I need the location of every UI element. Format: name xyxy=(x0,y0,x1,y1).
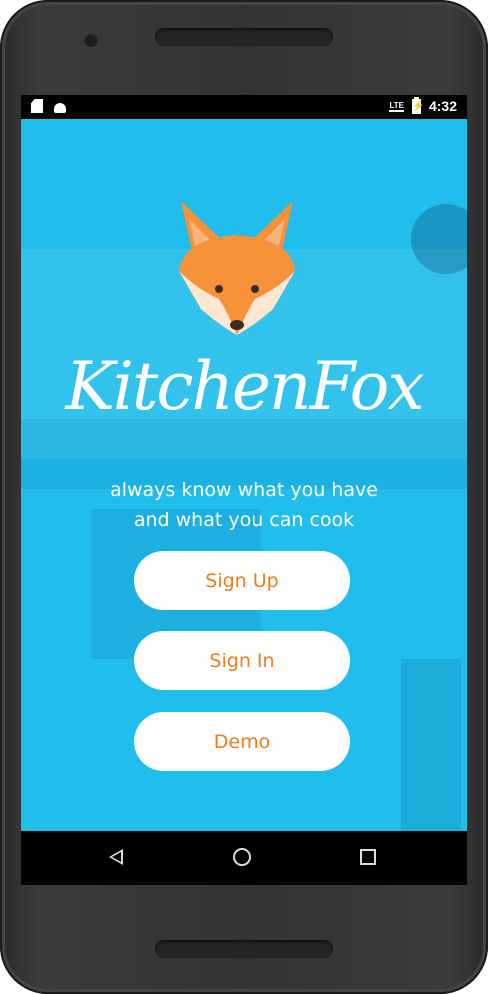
sign-in-button[interactable]: Sign In xyxy=(134,631,350,690)
status-time: 4:32 xyxy=(428,98,457,114)
tagline-line-2: and what you can cook xyxy=(133,509,355,531)
tagline-line-1: always know what you have xyxy=(110,479,378,501)
navigation-bar xyxy=(21,831,467,885)
android-icon xyxy=(53,99,67,113)
demo-button[interactable]: Demo xyxy=(134,712,350,771)
home-icon[interactable] xyxy=(233,848,251,866)
front-camera xyxy=(84,33,98,47)
status-bar: LTE ⚡ 4:32 xyxy=(21,95,467,119)
lte-signal-icon: LTE xyxy=(389,100,404,112)
sign-up-button[interactable]: Sign Up xyxy=(134,551,350,610)
screen: LTE ⚡ 4:32 KitchenFox always know what y… xyxy=(21,95,467,885)
welcome-screen: KitchenFox always know what you have and… xyxy=(21,119,467,831)
recent-apps-icon[interactable] xyxy=(360,849,376,865)
sd-card-icon xyxy=(31,99,43,113)
tagline: always know what you have and what you c… xyxy=(21,475,467,535)
battery-charging-icon: ⚡ xyxy=(411,96,425,114)
phone-frame: LTE ⚡ 4:32 KitchenFox always know what y… xyxy=(0,0,488,994)
back-icon[interactable] xyxy=(109,849,123,865)
fox-logo-icon xyxy=(179,201,295,335)
app-title: KitchenFox xyxy=(65,348,424,425)
bottom-speaker xyxy=(155,940,333,958)
background-stool xyxy=(401,659,461,831)
top-speaker xyxy=(155,28,333,46)
